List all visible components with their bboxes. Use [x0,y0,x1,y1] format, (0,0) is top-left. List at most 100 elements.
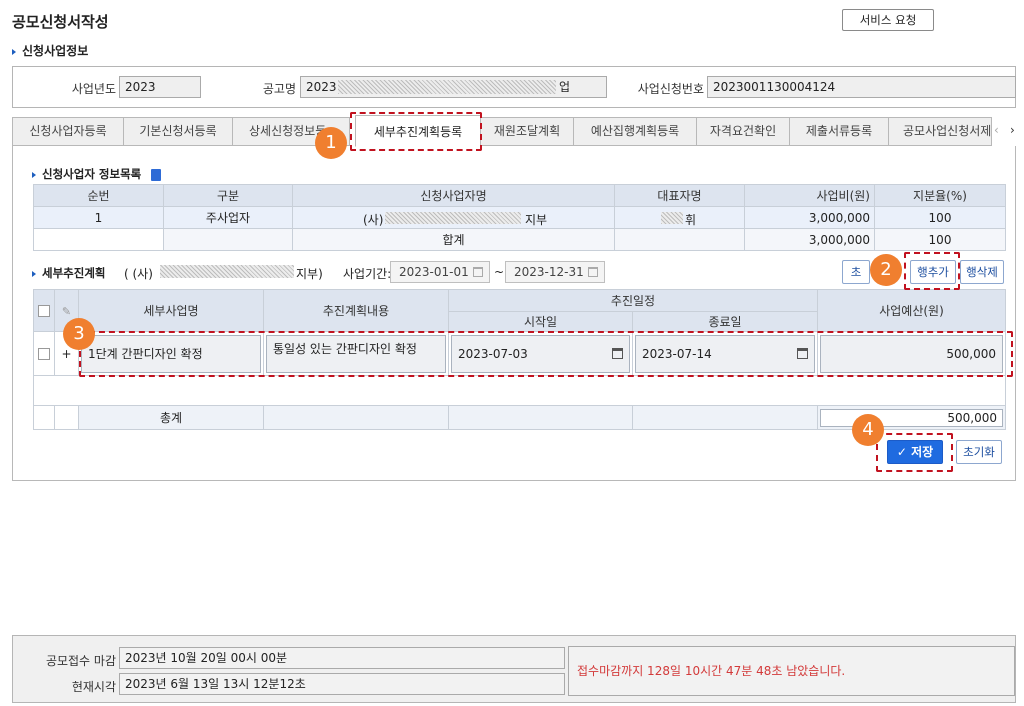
tab-eligibility[interactable]: 자격요건확인 [696,117,790,146]
reset-button[interactable]: 초기화 [956,440,1002,464]
annotation-box-save [876,433,953,472]
table-row[interactable]: 1 주사업자 (사) 지부 휘 3,000,000 100 [33,206,1006,229]
col-header: 구분 [163,184,293,207]
annotation-box-tab [350,112,482,151]
tab-applicant-register[interactable]: 신청사업자등록 [12,117,124,146]
total-value: 500,000 [820,408,1004,427]
section-heading-business-label: 신청사업정보 [22,44,89,58]
remaining-time-message: 접수마감까지 128일 10시간 47분 48초 남았습니다. [568,646,1015,696]
tab-next-icon[interactable]: › [1010,123,1015,137]
plan-heading-label: 세부추진계획 [42,266,106,280]
total-empty [33,405,55,430]
period-tilde: ~ [494,265,505,279]
period-label: 사업기간: [343,267,392,281]
col-header: 순번 [33,184,164,207]
document-icon[interactable] [151,168,162,181]
col-header: 종료일 [631,311,819,332]
calendar-icon [473,267,483,277]
period-start-field: 2023-01-01 [390,261,490,283]
table-header-row: 순번 구분 신청사업자명 대표자명 사업비(원) 지분율(%) [33,184,1006,207]
notice-value-start: 2023 [306,80,337,94]
col-header: 사업예산(원) [817,289,1007,332]
bullet-icon [32,171,36,178]
clear-button[interactable]: 초 [842,260,870,284]
app-no-label: 사업신청번호 [637,82,704,96]
app-no-field: 2023001130004124 [707,76,1016,98]
col-header: 추진일정 [447,289,819,312]
col-header: 시작일 [448,311,633,332]
notice-label: 공고명 [262,82,296,96]
tab-funding-plan[interactable]: 재원조달계획 [480,117,574,146]
sum-cell-empty [163,228,293,251]
empty-row [32,375,1007,406]
total-value-cell: 500,000 [817,405,1007,430]
sum-label: 합계 [292,228,615,251]
notice-field: 2023 업 [300,76,607,98]
annotation-box-add-row [904,252,960,290]
callout-badge-1: 1 [315,127,347,159]
select-all-cell[interactable] [33,289,55,332]
plan-org-end: 지부) [296,267,323,281]
select-all-checkbox[interactable] [38,305,50,317]
delete-row-button[interactable]: 행삭제 [960,260,1004,284]
plan-heading: 세부추진계획 [32,265,105,281]
period-start-value: 2023-01-01 [399,265,469,279]
service-request-button[interactable]: 서비스 요청 [842,9,934,31]
applicant-table: 순번 구분 신청사업자명 대표자명 사업비(원) 지분율(%) 1 주사업자 (… [33,184,1006,251]
applicant-list-heading: 신청사업자 정보목록 [32,166,162,182]
redacted-block [338,80,556,94]
rep-end: 휘 [685,213,697,227]
cell-rep: 휘 [614,206,745,229]
sum-cell-empty [33,228,164,251]
cell-no: 1 [33,206,164,229]
applicant-list-heading-label: 신청사업자 정보목록 [42,167,142,181]
sum-row: 합계 3,000,000 100 [33,228,1006,251]
row-checkbox-cell[interactable] [33,331,55,376]
col-header: 지분율(%) [874,184,1006,207]
tab-documents[interactable]: 제출서류등록 [789,117,889,146]
col-header: 사업비(원) [744,184,875,207]
now-label: 현재시각 [71,680,116,694]
col-header: 신청사업자명 [292,184,615,207]
year-field: 2023 [119,76,201,98]
sum-cost: 3,000,000 [744,228,875,251]
cell-type: 주사업자 [163,206,293,229]
sum-share: 100 [874,228,1006,251]
deadline-label: 공모접수 마감 [45,654,116,668]
notice-value-end: 업 [559,80,571,94]
row-checkbox[interactable] [38,348,50,360]
cell-name: (사) 지부 [292,206,615,229]
cell-cost: 3,000,000 [744,206,875,229]
col-header: 세부사업명 [78,289,264,332]
page-title: 공모신청서작성 [12,13,109,31]
annotation-box-row [79,331,1013,377]
total-empty [631,405,819,430]
now-field: 2023년 6월 13일 13시 12분12초 [119,673,565,695]
tab-submit[interactable]: 공모사업신청서제 [888,117,992,146]
total-label: 총계 [78,405,264,430]
redacted-block [385,212,521,224]
tab-bar: 신청사업자등록 기본신청서등록 상세신청정보등 세부추진계획등록 재원조달계획 … [12,115,1016,147]
total-empty [448,405,633,430]
total-empty [263,405,449,430]
tab-budget-plan[interactable]: 예산집행계획등록 [573,117,697,146]
empty-space [32,375,1007,406]
callout-badge-3: 3 [63,318,95,350]
period-end-value: 2023-12-31 [514,265,584,279]
redacted-block [160,265,294,278]
callout-badge-4: 4 [852,414,884,446]
tab-basic-application[interactable]: 기본신청서등록 [123,117,233,146]
col-header: 대표자명 [614,184,745,207]
deadline-field: 2023년 10월 20일 00시 00분 [119,647,565,669]
year-label: 사업년도 [71,82,116,96]
name-end: 지부 [525,213,548,227]
total-empty [54,405,79,430]
sum-cell-empty [614,228,745,251]
redacted-block [661,212,683,224]
callout-badge-2: 2 [870,254,902,286]
pencil-icon: ✎ [61,304,72,318]
cell-share: 100 [874,206,1006,229]
tab-prev-icon[interactable]: ‹ [994,123,999,137]
period-end-field: 2023-12-31 [505,261,605,283]
bullet-icon [32,270,36,277]
